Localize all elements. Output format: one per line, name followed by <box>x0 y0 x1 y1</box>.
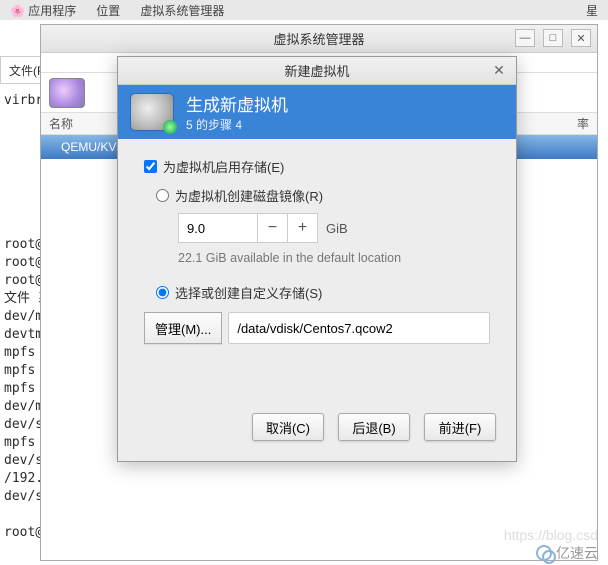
dialog-body: 为虚拟机启用存储(E) 为虚拟机创建磁盘镜像(R) − + GiB 22.1 G… <box>118 139 516 399</box>
menu-apps-label: 应用程序 <box>28 4 76 18</box>
size-unit: GiB <box>326 221 348 236</box>
available-space: 22.1 GiB available in the default locati… <box>178 251 490 265</box>
banner-title: 生成新虚拟机 <box>186 91 288 116</box>
new-vm-icon[interactable] <box>49 78 85 108</box>
dialog-banner: 生成新虚拟机 5 的步骤 4 <box>118 85 516 139</box>
banner-subtitle: 5 的步骤 4 <box>186 116 288 133</box>
cancel-button[interactable]: 取消(C) <box>252 413 324 441</box>
dialog-footer: 取消(C) 后退(B) 前进(F) <box>118 399 516 461</box>
close-button[interactable]: ✕ <box>571 29 591 47</box>
custom-storage-row[interactable]: 选择或创建自定义存储(S) <box>156 283 490 302</box>
logo-icon <box>536 545 552 561</box>
create-disk-row[interactable]: 为虚拟机创建磁盘镜像(R) <box>156 186 490 205</box>
spin-minus-button[interactable]: − <box>258 213 288 243</box>
banner-monitor-icon <box>130 93 174 131</box>
enable-storage-label: 为虚拟机启用存储(E) <box>163 157 284 176</box>
menu-places[interactable]: 位置 <box>96 2 120 19</box>
storage-path-input[interactable] <box>228 312 490 344</box>
custom-storage-label: 选择或创建自定义存储(S) <box>175 283 322 302</box>
enable-storage-checkbox[interactable] <box>144 160 157 173</box>
vmm-title-text: 虚拟系统管理器 <box>273 29 364 48</box>
col-name[interactable]: 名称 <box>49 115 73 132</box>
dialog-close-icon[interactable]: ✕ <box>490 62 508 80</box>
menu-vmm[interactable]: 虚拟系统管理器 <box>140 2 224 19</box>
clock-fragment: 星 <box>586 2 598 19</box>
top-bar: 🌸 应用程序 位置 虚拟系统管理器 星 <box>0 0 608 20</box>
menu-apps[interactable]: 🌸 应用程序 <box>10 2 76 19</box>
logo-text: 亿速云 <box>556 543 598 563</box>
disk-size-spinner: − + GiB <box>178 213 490 243</box>
col-rate[interactable]: 率 <box>577 115 589 132</box>
spin-plus-button[interactable]: + <box>288 213 318 243</box>
watermark: https://blog.csd <box>504 527 598 543</box>
manage-button[interactable]: 管理(M)... <box>144 312 222 344</box>
brand-logo: 亿速云 <box>536 543 598 563</box>
back-button[interactable]: 后退(B) <box>338 413 410 441</box>
dialog-title: 新建虚拟机 <box>284 61 349 80</box>
dialog-titlebar: 新建虚拟机 ✕ <box>118 57 516 85</box>
custom-storage-radio[interactable] <box>156 286 169 299</box>
disk-size-input[interactable] <box>178 213 258 243</box>
create-disk-radio[interactable] <box>156 189 169 202</box>
forward-button[interactable]: 前进(F) <box>424 413 496 441</box>
enable-storage-row[interactable]: 为虚拟机启用存储(E) <box>144 157 490 176</box>
maximize-button[interactable]: □ <box>543 29 563 47</box>
new-vm-dialog: 新建虚拟机 ✕ 生成新虚拟机 5 的步骤 4 为虚拟机启用存储(E) 为虚拟机创… <box>117 56 517 462</box>
minimize-button[interactable]: — <box>515 29 535 47</box>
vmm-titlebar: 虚拟系统管理器 — □ ✕ <box>41 25 597 53</box>
create-disk-label: 为虚拟机创建磁盘镜像(R) <box>175 186 323 205</box>
